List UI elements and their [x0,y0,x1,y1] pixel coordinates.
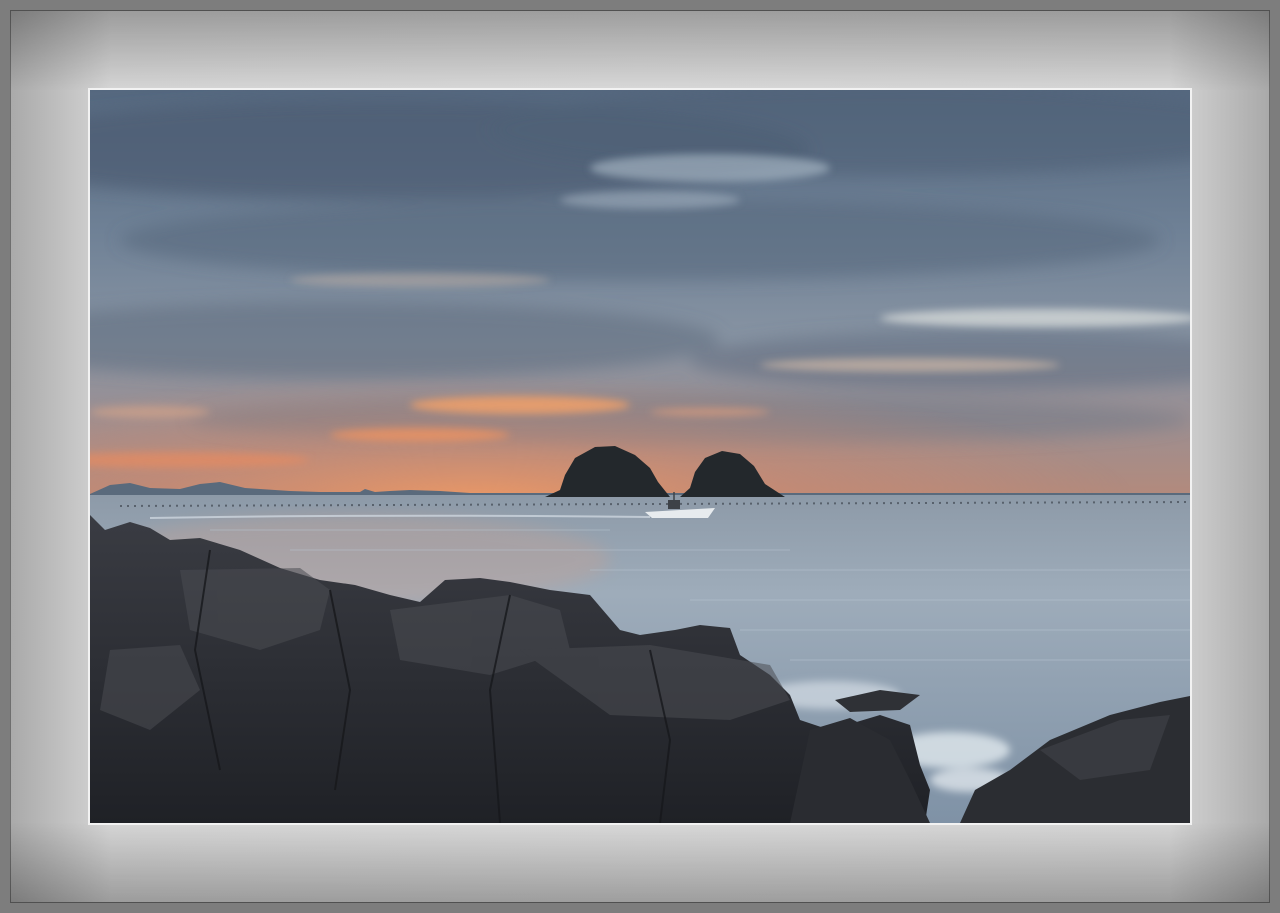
seascape-photo [90,90,1190,823]
